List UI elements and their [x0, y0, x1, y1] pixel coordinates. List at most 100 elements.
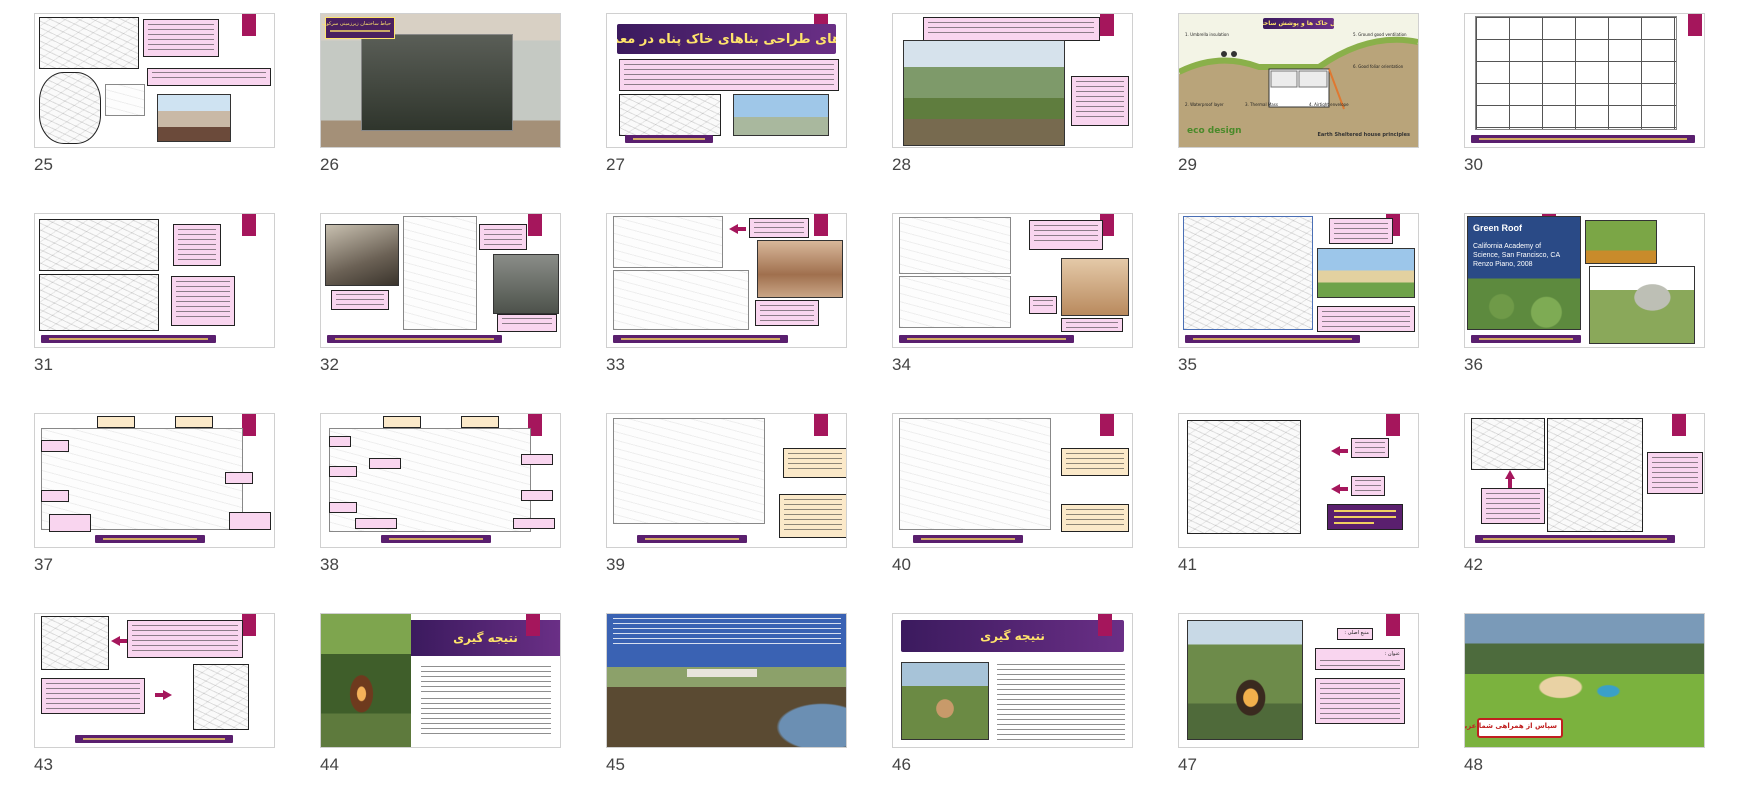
slide-photo	[757, 240, 843, 298]
slide-number: 27	[606, 155, 625, 174]
slide-label-box	[41, 440, 69, 452]
slide-number: 38	[320, 555, 339, 574]
slide-footer	[95, 535, 205, 543]
diagram-label: 5. Ground good ventilation	[1353, 32, 1407, 37]
slide-thumbnail-39[interactable]	[606, 413, 847, 548]
slide-label-box	[41, 490, 69, 502]
slide-footer	[913, 535, 1023, 543]
slide-number: 29	[1178, 155, 1197, 174]
slide-footer	[1475, 535, 1675, 543]
slide-label-box	[329, 502, 357, 513]
slide-text-box	[619, 59, 839, 91]
slide-number: 34	[892, 355, 911, 374]
pointer-arrow	[1505, 470, 1515, 491]
slide-sketch-image	[39, 72, 101, 144]
slide-number: 42	[1464, 555, 1483, 574]
slide-sketch-image	[403, 216, 477, 330]
slide-number: 48	[1464, 755, 1483, 774]
slide-sketch-image	[613, 270, 749, 330]
slide-photo	[1467, 216, 1581, 330]
slide-number: 41	[1178, 555, 1197, 574]
slide-thumbnail-34[interactable]	[892, 213, 1133, 348]
slide-label-box	[513, 518, 555, 529]
slide-footer	[637, 535, 747, 543]
slide-thumbnail-31[interactable]	[34, 213, 275, 348]
slide-accent-bar	[1100, 14, 1114, 36]
slide-thumbnail-26[interactable]: حیاط ساختمان زیرزمینی سرکوپ	[320, 13, 561, 148]
slide-sketch-image	[41, 616, 109, 670]
slide-text-box	[147, 68, 271, 86]
diagram-footer: Earth Sheltered house principles	[1317, 132, 1411, 138]
slide-thumbnail-48[interactable]: سپاس از همراهی شما عزیزان	[1464, 613, 1705, 748]
slide-footer	[41, 335, 216, 343]
slide-thumbnail-28[interactable]	[892, 13, 1133, 148]
slide-thumbnail-27[interactable]: الگوهای طراحی بناهای خاک پناه در معماری	[606, 13, 847, 148]
slide-caption: حیاط ساختمان زیرزمینی سرکوپ	[321, 21, 391, 27]
slide-thumbnail-32[interactable]	[320, 213, 561, 348]
slide-number: 30	[1464, 155, 1483, 174]
slide-thumbnail-29[interactable]: اصول خاک ها و پوشش ساختمان 1. Umbrella i…	[1178, 13, 1419, 148]
slide-sketch-image	[193, 664, 249, 730]
slide-label-box	[521, 454, 553, 465]
slide-text-box: عنوان :	[1315, 648, 1405, 670]
pointer-arrow	[155, 690, 172, 700]
slide-subtext-line: Renzo Piano, 2008	[1473, 261, 1533, 268]
pointer-arrow	[729, 224, 746, 234]
slide-thumbnail-25[interactable]	[34, 13, 275, 148]
slide-thumbnail-36[interactable]: Green Roof California Academy of Science…	[1464, 213, 1705, 348]
diagram-label: 3. Thermal Mass	[1245, 102, 1278, 107]
slide-sketch-table	[1475, 16, 1677, 130]
slide-accent-bar	[814, 414, 828, 436]
slide-thumbnail-37[interactable]	[34, 413, 275, 548]
slide-overlay-text	[613, 618, 841, 648]
slide-thumbnail-41[interactable]	[1178, 413, 1419, 548]
slide-photo	[1585, 220, 1657, 264]
slide-sketch-image	[613, 418, 765, 524]
slide-number: 46	[892, 755, 911, 774]
slide-photo	[157, 94, 231, 142]
slide-accent-bar	[1386, 614, 1400, 636]
slide-accent-bar	[1100, 414, 1114, 436]
slide-sketch-image	[39, 219, 159, 271]
slide-footer	[381, 535, 491, 543]
slide-thumbnail-44[interactable]: نتیجه گیری	[320, 613, 561, 748]
slide-photo	[325, 224, 399, 286]
slide-thumbnail-40[interactable]	[892, 413, 1133, 548]
slide-footer	[899, 335, 1074, 343]
slide-thumbnail-38[interactable]	[320, 413, 561, 548]
slide-thumbnail-30[interactable]	[1464, 13, 1705, 148]
slide-accent-bar	[242, 214, 256, 236]
slide-thumbnail-35[interactable]	[1178, 213, 1419, 348]
slide-sketch-image	[899, 276, 1011, 328]
slide-thumbnail-43[interactable]	[34, 613, 275, 748]
slide-thumbnail-47[interactable]: منبع اصلی : عنوان :	[1178, 613, 1419, 748]
slide-sketch-image	[613, 216, 723, 268]
slide-sketch-image	[619, 94, 721, 136]
slide-text-box	[479, 224, 527, 250]
slide-sketch-image	[39, 274, 159, 331]
slide-label-box	[97, 416, 135, 428]
slide-photo	[493, 254, 559, 314]
slide-body-text	[421, 698, 551, 736]
slide-thumbnail-46[interactable]: نتیجه گیری	[892, 613, 1133, 748]
slide-text-box	[1061, 448, 1129, 476]
slide-number: 37	[34, 555, 53, 574]
slide-footer	[1471, 135, 1695, 143]
slide-text-box	[1029, 296, 1057, 314]
slide-body-text	[997, 664, 1125, 740]
slide-text-box	[127, 620, 243, 658]
slide-thumbnail-45[interactable]	[606, 613, 847, 748]
slide-accent-bar	[528, 214, 542, 236]
slide-thumbnail-42[interactable]	[1464, 413, 1705, 548]
slide-text-box	[1327, 504, 1403, 530]
slide-label-box	[369, 458, 401, 469]
slide-photo	[321, 614, 411, 747]
slide-text-box	[1061, 318, 1123, 332]
slide-number: 31	[34, 355, 53, 374]
slide-text-box	[749, 218, 809, 238]
slide-caption-box: سپاس از همراهی شما عزیزان	[1465, 718, 1563, 738]
slide-number: 35	[1178, 355, 1197, 374]
slide-footer	[625, 135, 713, 143]
diagram-label: 1. Umbrella insulation	[1185, 32, 1229, 37]
slide-thumbnail-33[interactable]	[606, 213, 847, 348]
